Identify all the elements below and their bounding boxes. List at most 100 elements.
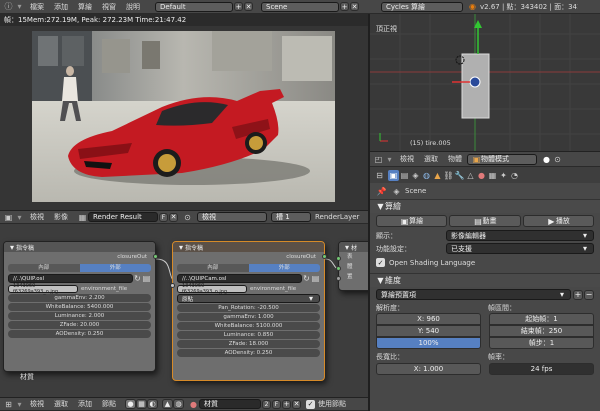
menu-select[interactable]: 選取 (424, 154, 438, 164)
render-tab-icon[interactable]: ▣ (388, 169, 399, 181)
material-icon[interactable]: ● (188, 399, 199, 410)
animation-button[interactable]: ▤ 動畫 (449, 215, 521, 227)
texture-tab-icon[interactable]: ▦ (487, 170, 498, 181)
aspect-x-field[interactable]: X: 1.000 (376, 363, 481, 375)
param-pan-rotation[interactable]: Pan_Rotation: -20.500 (177, 304, 320, 312)
node-header[interactable]: ▾ 材 (339, 242, 368, 252)
origin-dropdown[interactable]: 原點 ▾ (177, 294, 320, 303)
file-browse-icon[interactable]: ▤ (311, 274, 320, 283)
object-tab-icon[interactable]: ▲ (432, 170, 443, 181)
node-editor-icon[interactable]: ⊞ (3, 399, 14, 410)
closure-output-socket[interactable] (322, 254, 327, 259)
properties-editor-icon[interactable]: ⊟ (374, 170, 385, 181)
param-white-balance[interactable]: WhiteBalance: 5400.000 (8, 303, 151, 311)
material-tab-icon[interactable]: ● (476, 170, 487, 181)
physics-tab-icon[interactable]: ◔ (509, 170, 520, 181)
menu-toggle-icon[interactable]: ▾ (384, 154, 395, 165)
volume-input-socket[interactable] (336, 266, 341, 271)
material-users-button[interactable]: 2 (262, 399, 271, 409)
displacement-input-socket[interactable] (336, 276, 341, 281)
image-browse-icon[interactable]: ▦ (77, 212, 88, 223)
menu-toggle-icon[interactable]: ▾ (14, 399, 25, 410)
render-layers-tab-icon[interactable]: ▤ (399, 170, 410, 181)
param-zfade[interactable]: ZFade: 20.000 (8, 321, 151, 329)
world-tab-icon[interactable]: ◍ (421, 170, 432, 181)
image-name-field[interactable]: Render Result (88, 212, 158, 222)
menu-toggle-icon[interactable]: ▾ (14, 212, 25, 223)
reload-icon[interactable]: ↻ (133, 274, 142, 283)
layout-selector[interactable]: Default (155, 1, 233, 12)
resolution-percent-field[interactable]: 100% (376, 337, 481, 349)
menu-view[interactable]: 檢視 (400, 154, 414, 164)
mode-selector[interactable]: ▣ 物體模式 (467, 153, 537, 165)
scene-selector[interactable]: Scene (261, 1, 339, 12)
render-layer-name[interactable]: RenderLayer (315, 213, 359, 221)
render-preset-dropdown[interactable]: 算繪預置項 ▾ (376, 289, 571, 300)
param-zfade[interactable]: ZFade: 18.000 (177, 340, 320, 348)
render-section-header[interactable]: ▼ 算繪 (370, 199, 600, 213)
menu-render[interactable]: 算繪 (78, 2, 92, 12)
surface-input-socket[interactable] (336, 256, 341, 261)
render-engine-selector[interactable]: Cycles 算繪 (381, 1, 463, 12)
add-layout-button[interactable]: + (234, 2, 243, 11)
particles-tab-icon[interactable]: ✦ (498, 170, 509, 181)
fake-user-button[interactable]: F (272, 399, 281, 409)
display-dropdown[interactable]: 影像編輯器 ▾ (446, 230, 594, 241)
node-header[interactable]: ▾ 指令稿 (173, 242, 324, 252)
unlink-image-button[interactable]: ✕ (169, 212, 178, 222)
osl-checkbox[interactable]: ✓ (376, 258, 385, 267)
node-header[interactable]: ▾ 指令稿 (4, 242, 155, 252)
collapse-icon[interactable]: ▾ (343, 242, 351, 253)
modifiers-tab-icon[interactable]: 🔧 (454, 170, 465, 181)
render-button[interactable]: ▣ 算繪 (376, 215, 448, 227)
menu-window[interactable]: 視窗 (102, 2, 116, 12)
feature-set-dropdown[interactable]: 已支援 ▾ (446, 243, 594, 254)
file-browse-icon[interactable]: ▤ (142, 274, 151, 283)
scene-tab-icon[interactable]: ◈ (410, 170, 421, 181)
closure-output-socket[interactable] (153, 254, 158, 259)
add-material-button[interactable]: + (282, 399, 291, 409)
script-node-1[interactable]: ▾ 指令稿 closureOut 內部 外部 //..\QUIP.osl ↻ ▤… (3, 241, 158, 372)
tab-external[interactable]: 外部 (248, 264, 320, 272)
menu-help[interactable]: 說明 (126, 2, 140, 12)
image-editor-icon[interactable]: ▣ (3, 212, 14, 223)
param-luminance[interactable]: Luminance: 2.000 (8, 312, 151, 320)
constraints-tab-icon[interactable]: ⛓ (443, 170, 454, 181)
resolution-x-field[interactable]: X: 960 (376, 313, 481, 325)
menu-object[interactable]: 物體 (448, 154, 462, 164)
unlink-material-button[interactable]: ✕ (292, 399, 301, 409)
view3d-editor-icon[interactable]: ◰ (373, 154, 384, 165)
info-editor-icon[interactable]: ⓘ (3, 1, 14, 12)
param-gamma-env[interactable]: gammaEnv: 1.000 (177, 313, 320, 321)
data-tab-icon[interactable]: △ (465, 170, 476, 181)
world-nodes-button[interactable]: ◍ (173, 399, 184, 409)
menu-view[interactable]: 檢視 (30, 399, 44, 409)
tab-internal[interactable]: 內部 (8, 264, 80, 272)
tab-external[interactable]: 外部 (79, 264, 151, 272)
material-output-node[interactable]: ▾ 材 表 體 置 (336, 241, 368, 291)
remove-preset-button[interactable]: − (584, 289, 594, 300)
menu-image[interactable]: 影像 (54, 212, 68, 222)
pivot-icon[interactable]: ⊙ (552, 154, 563, 165)
param-luminance[interactable]: Luminance: 0.850 (177, 331, 320, 339)
remove-layout-button[interactable]: ✕ (244, 2, 253, 11)
menu-add[interactable]: 添加 (54, 2, 68, 12)
env-file-field[interactable]: 1343060 f63269a393_o.jpg (177, 283, 247, 295)
menu-add[interactable]: 添加 (78, 399, 92, 409)
fake-user-button[interactable]: F (159, 212, 168, 222)
add-scene-button[interactable]: + (340, 2, 349, 11)
material-name-field[interactable]: 材質 (199, 399, 261, 409)
param-white-balance[interactable]: WhiteBalance: 5100.000 (177, 322, 320, 330)
param-ao-density[interactable]: AODensity: 0.250 (8, 330, 151, 338)
dimensions-section-header[interactable]: ▼ 維度 (370, 273, 600, 287)
texture-nodes-button[interactable]: ▦ (136, 399, 147, 409)
closure-input-socket[interactable] (170, 283, 175, 288)
tab-internal[interactable]: 內部 (177, 264, 249, 272)
compositing-nodes-button[interactable]: ◐ (147, 399, 158, 409)
play-button[interactable]: ▶ 播放 (522, 215, 594, 227)
menu-toggle-icon[interactable]: ▾ (14, 1, 25, 12)
env-file-field[interactable]: 1343060 f63269a393_o.jpg (8, 283, 78, 295)
framerate-dropdown[interactable]: 24 fps (489, 363, 594, 375)
slot-selector[interactable]: 槽 1 (271, 212, 311, 222)
viewport-3d[interactable]: 頂正視 (15) tire.005 (370, 14, 600, 151)
